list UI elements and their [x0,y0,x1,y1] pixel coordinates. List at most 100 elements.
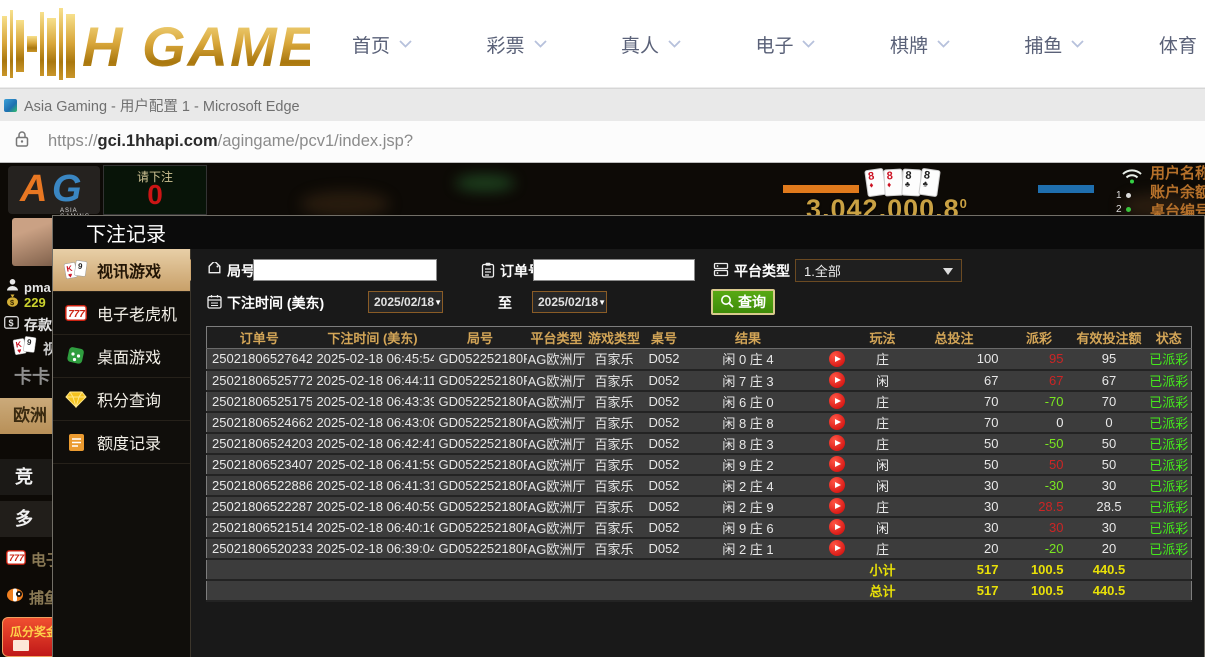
svg-text:$: $ [9,318,14,328]
replay-button[interactable] [829,351,845,367]
table-no-cell: D052 [642,370,687,391]
game-type-cell: 百家乐 [587,496,642,517]
round-filter-label: 局号 [207,261,255,281]
valid-bet-cell: 28.5 [1072,496,1147,517]
status-cell: 已派彩 [1147,496,1192,517]
replay-button[interactable] [829,540,845,556]
sidebar-item-video-games[interactable]: K♥9 视讯游戏 [53,249,190,292]
payout-cell: 28.5 [1007,496,1072,517]
bet-time-cell: 2025-02-18 06:44:11 [312,370,434,391]
order-id-cell: 250218065234074 [207,454,312,475]
nav-item-fishing[interactable]: 捕鱼 [1024,31,1084,58]
platform-cell: AG欧洲厅 [527,412,587,433]
table-no-cell: D052 [642,412,687,433]
valid-bet-cell: 95 [1072,349,1147,370]
date-to-select[interactable]: 2025/02/18▼ [532,291,607,313]
summary-status-spacer [1147,580,1192,601]
nav-item-chess[interactable]: 棋牌 [890,31,950,58]
replay-cell [810,475,864,496]
bet-time-cell: 2025-02-18 06:40:59 [312,496,434,517]
room-europe-button[interactable]: 欧洲 [0,398,60,434]
deposit-button[interactable]: $ 存款 [4,315,52,335]
replay-button[interactable] [829,519,845,535]
play-type-cell: 庄 [864,349,902,370]
sidebar-item-points[interactable]: 积分查询 [53,378,190,421]
bet-records-modal: 下注记录 K♥9 视讯游戏 777 电子老虎机 桌面游戏 [52,215,1205,657]
round-id-cell: GD052252180PZ [434,349,527,370]
summary-label: 总计 [864,580,902,601]
platform-cell: AG欧洲厅 [527,433,587,454]
order-id-cell: 250218065215141 [207,517,312,538]
order-id-cell: 250218065222870 [207,496,312,517]
balance-label: 账户余额 [1150,183,1205,202]
replay-button[interactable] [829,456,845,472]
play-type-cell: 庄 [864,538,902,559]
table-row: 2502180652764282025-02-18 06:45:54GD0522… [207,349,1192,370]
order-id-cell: 250218065257729 [207,370,312,391]
coin-row: $ 229 [6,293,46,312]
round-input[interactable] [253,259,437,281]
game-type-cell: 百家乐 [587,349,642,370]
order-id-cell: 250218065276428 [207,349,312,370]
table-no-cell: D052 [642,496,687,517]
room-card-label[interactable]: 卡卡 [14,363,50,389]
column-header: 派彩 [1007,327,1072,349]
order-input[interactable] [533,259,695,281]
replay-button[interactable] [829,435,845,451]
column-header: 结果 [687,327,810,349]
summary-total-bet: 517 [902,559,1007,580]
order-id-cell: 250218065228868 [207,475,312,496]
nav-item-live[interactable]: 真人 [621,31,681,58]
replay-button[interactable] [829,414,845,430]
search-icon [720,294,734,311]
window-titlebar: Asia Gaming - 用户配置 1 - Microsoft Edge [0,88,1205,121]
ag-logo: A G ASIA GAMING [8,166,100,214]
result-cell: 闲 6 庄 0 [687,391,810,412]
summary-payout: 100.5 [1007,580,1072,601]
platform-select[interactable]: 1.全部 [795,259,962,282]
video-games-button[interactable]: K♥9 视 [12,335,57,362]
nav-item-slots[interactable]: 电子 [755,31,815,58]
nav-item-lottery[interactable]: 彩票 [486,31,546,58]
sidebar-item-slots[interactable]: 777 电子老虎机 [53,292,190,335]
search-button[interactable]: 查询 [711,289,775,315]
nav-item-home[interactable]: 首页 [352,31,412,58]
date-from-select[interactable]: 2025/02/18▼ [368,291,443,313]
replay-button[interactable] [829,372,845,388]
replay-cell [810,391,864,412]
table-no-cell: D052 [642,349,687,370]
platform-cell: AG欧洲厅 [527,391,587,412]
seat-marker-2: 2 [1116,204,1131,215]
dropdown-arrow-icon: ▼ [598,298,606,307]
replay-button[interactable] [829,498,845,514]
replay-button[interactable] [829,477,845,493]
table-info-labels: 用户名称 账户余额 桌台编号 [1150,164,1205,221]
money-bag-icon: $ [6,293,19,312]
room-multi-button[interactable]: 多 [0,501,60,537]
result-cell: 闲 2 庄 9 [687,496,810,517]
clownfish-icon [6,587,24,608]
replay-button[interactable] [829,393,845,409]
nav-item-sports[interactable]: 体育 [1159,31,1205,58]
svg-text:777: 777 [68,309,85,320]
replay-cell [810,349,864,370]
column-header: 平台类型 [527,327,587,349]
room-compete-button[interactable]: 竞 [0,459,60,495]
round-id-cell: GD052252180PS [434,454,527,475]
summary-total-bet: 517 [902,580,1007,601]
payout-cell: 50 [1007,454,1072,475]
total-bet-cell: 20 [902,538,1007,559]
sidebar-item-credit-log[interactable]: 额度记录 [53,421,190,464]
deposit-icon: $ [4,316,19,334]
sidebar-item-table-games[interactable]: 桌面游戏 [53,335,190,378]
address-bar[interactable]: https://gci.1hhapi.com/agingame/pcv1/ind… [0,121,1205,163]
dropdown-arrow-icon: ▼ [434,298,442,307]
valid-bet-cell: 0 [1072,412,1147,433]
site-logo[interactable]: H GAME [0,6,310,87]
game-type-cell: 百家乐 [587,391,642,412]
play-type-cell: 庄 [864,412,902,433]
tag-icon [207,262,222,280]
document-icon [63,433,89,452]
play-type-cell: 闲 [864,517,902,538]
result-cell: 闲 0 庄 4 [687,349,810,370]
